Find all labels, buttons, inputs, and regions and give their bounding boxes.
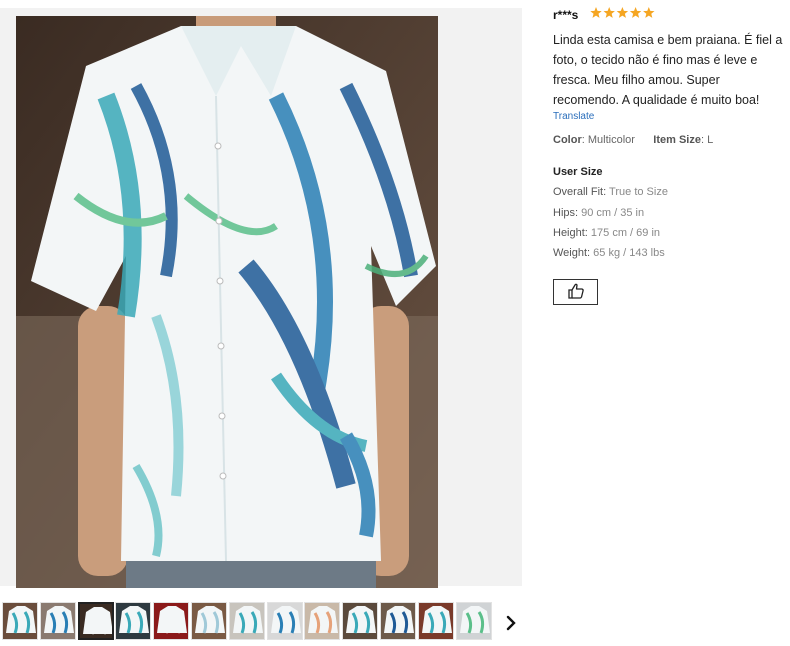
size-row-hips: Hips: 90 cm / 35 in — [553, 207, 645, 219]
star-icon — [616, 7, 629, 18]
thumbnail-10[interactable] — [342, 602, 379, 640]
thumbnail-8[interactable] — [266, 602, 303, 640]
size-label: Hips — [553, 207, 576, 219]
color-label: Color — [553, 134, 582, 146]
size-value: True to Size — [609, 186, 668, 198]
review-text: Linda esta camisa e bem praiana. É fiel … — [553, 33, 783, 107]
thumbnail-strip — [0, 600, 500, 644]
chevron-right-icon[interactable] — [502, 613, 520, 633]
translate-link[interactable]: Translate — [553, 111, 594, 122]
thumbnail-12[interactable] — [417, 602, 454, 640]
thumbnail-9[interactable] — [304, 602, 341, 640]
star-icon — [629, 7, 642, 18]
size-row-height: Height: 175 cm / 69 in — [553, 227, 661, 239]
thumbnail-1[interactable] — [2, 602, 38, 640]
size-row-weight: Weight: 65 kg / 143 lbs — [553, 247, 665, 259]
size-label: Height — [553, 227, 585, 239]
product-attributes: Color: Multicolor Item Size: L — [553, 134, 714, 146]
thumbnail-13[interactable] — [455, 602, 492, 640]
star-icon — [590, 7, 602, 18]
size-row-overall-fit: Overall Fit: True to Size — [553, 186, 668, 198]
thumbnail-2[interactable] — [39, 602, 76, 640]
rating-stars — [590, 6, 660, 25]
thumbs-up-icon — [567, 283, 585, 302]
user-size-title: User Size — [553, 166, 603, 178]
thumbnail-4[interactable] — [115, 602, 152, 640]
size-label: Weight — [553, 247, 588, 259]
size-label: Overall Fit — [553, 186, 604, 198]
item-size-value: L — [707, 134, 714, 146]
review-photo-panel — [0, 8, 522, 588]
size-value: 90 cm / 35 in — [581, 207, 645, 219]
item-size-label: Item Size — [653, 134, 701, 146]
helpful-button[interactable] — [553, 279, 598, 305]
star-icon — [643, 7, 655, 18]
thumbnail-5[interactable] — [153, 602, 190, 640]
star-icon — [603, 7, 615, 18]
review-photo[interactable] — [16, 16, 438, 588]
reviewer-name: r***s — [553, 8, 579, 22]
thumbnail-7[interactable] — [228, 602, 265, 640]
size-value: 65 kg / 143 lbs — [593, 247, 665, 259]
thumbnail-6[interactable] — [191, 602, 227, 640]
thumbnail-3[interactable] — [77, 602, 114, 640]
thumbnail-11[interactable] — [380, 602, 416, 640]
color-value: Multicolor — [587, 134, 635, 146]
size-value: 175 cm / 69 in — [590, 227, 661, 239]
